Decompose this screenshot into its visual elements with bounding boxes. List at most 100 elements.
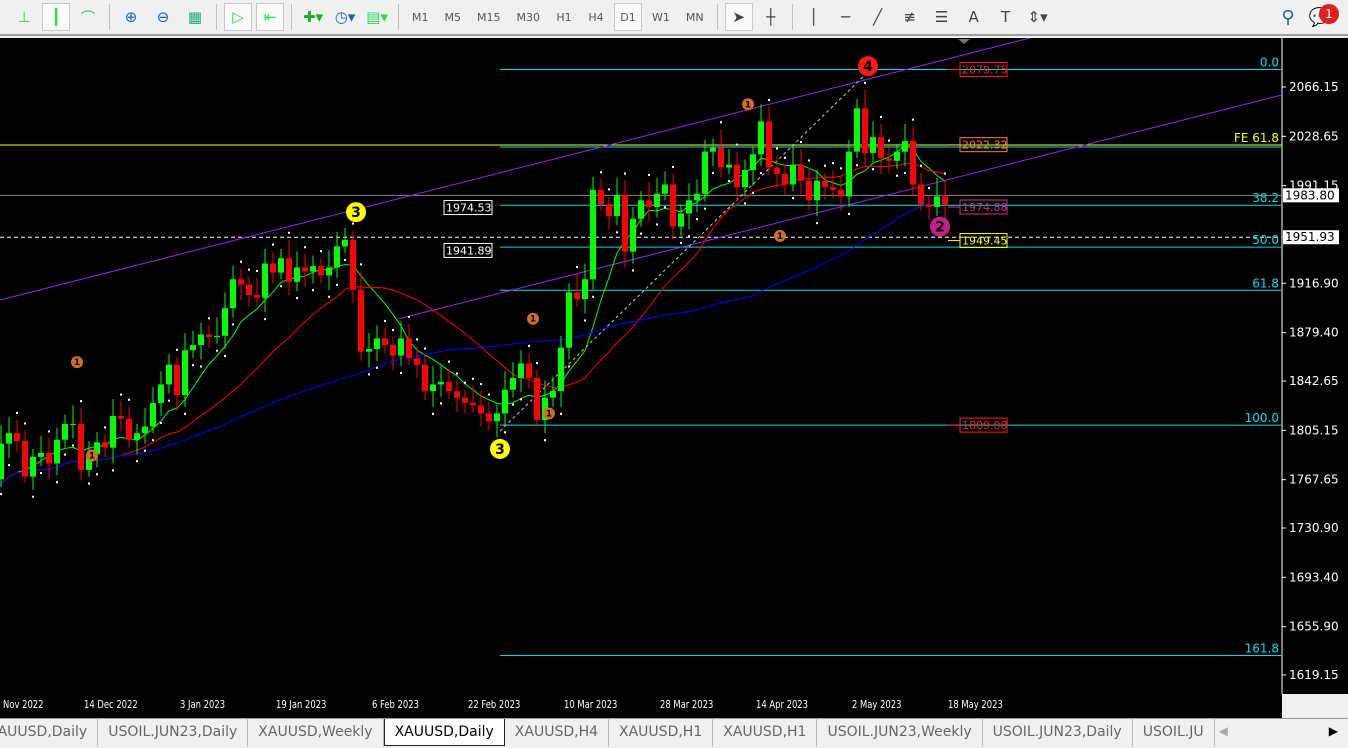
timeframe-h4[interactable]: H4 (582, 3, 610, 31)
chart-tab[interactable]: USOIL.JUN23,Daily (98, 719, 249, 746)
notification-badge: 1 (1319, 4, 1339, 24)
crosshair-tool[interactable]: ┼ (757, 3, 785, 31)
candle-body (638, 200, 644, 219)
parabolic-sar-dot (256, 269, 258, 272)
auto-scroll-button[interactable]: ▷ (224, 3, 252, 31)
parabolic-sar-dot (608, 188, 610, 191)
parabolic-sar-dot (896, 174, 898, 177)
fibonacci-levels-tool[interactable]: ☰ (928, 3, 956, 31)
candle-body (878, 137, 884, 159)
bar-chart-button[interactable]: ⊥ (10, 3, 38, 31)
horizontal-line-tool[interactable]: ─ (832, 3, 860, 31)
candle-body (254, 295, 260, 298)
candle (78, 400, 84, 481)
parabolic-sar-dot (264, 318, 266, 321)
chart-tab[interactable]: USOIL.JU (1133, 719, 1215, 746)
candle-body (78, 423, 84, 470)
candle-body (6, 433, 12, 444)
parabolic-sar-dot (152, 439, 154, 442)
candle (710, 138, 716, 175)
candle-body (118, 416, 124, 419)
parabolic-sar-dot (160, 422, 162, 425)
cursor-tool[interactable]: ➤ (724, 3, 753, 31)
candle (910, 118, 916, 196)
parabolic-sar-dot (456, 372, 458, 375)
vertical-line-tool[interactable]: │ (800, 3, 828, 31)
candle (166, 354, 172, 402)
candle (558, 335, 564, 415)
parabolic-sar-dot (8, 464, 10, 467)
tabs-scroll-left-button[interactable]: ◀ (1215, 719, 1232, 743)
price-label-text: 1809.08 (962, 419, 1008, 432)
fibonacci-expansion-icon: ≢ (903, 8, 916, 26)
candle (30, 448, 36, 498)
candle-body (190, 345, 196, 351)
templates-button[interactable]: ▤▾ (363, 3, 391, 31)
candle-body (870, 137, 876, 153)
parabolic-sar-dot (168, 399, 170, 402)
parabolic-sar-dot (488, 393, 490, 396)
candle (102, 426, 108, 457)
tabs-scroll-right-button[interactable]: ▶ (1319, 719, 1348, 743)
candle-body (702, 151, 708, 194)
timeframe-d1[interactable]: D1 (614, 3, 642, 31)
timeframe-mn[interactable]: MN (680, 3, 710, 31)
new-indicator-button[interactable]: ✚▾ (299, 3, 327, 31)
candle (326, 250, 332, 298)
candle (830, 162, 836, 198)
timeframe-m5[interactable]: M5 (439, 3, 468, 31)
chart-tab[interactable]: XAUUSD,Daily (383, 719, 505, 746)
candle (150, 387, 156, 442)
candle (590, 176, 596, 298)
chart-tab[interactable]: USOIL.JUN23,Weekly (817, 719, 983, 746)
candle (382, 319, 388, 353)
zoom-in-button[interactable]: ⊕ (117, 3, 145, 31)
chart-shift-button[interactable]: ⇤ (256, 3, 284, 31)
trendline-tool[interactable]: ╱ (864, 3, 892, 31)
fibonacci-expansion-label: FE 61.8 (1234, 131, 1279, 145)
arrows-tool[interactable]: ⇕▾ (1024, 3, 1052, 31)
timeframe-h1[interactable]: H1 (550, 3, 578, 31)
chart-tab[interactable]: XAUUSD,Daily (0, 719, 99, 746)
parabolic-sar-dot (128, 398, 130, 401)
candle-body (686, 200, 692, 214)
line-chart-button[interactable]: ⌒ (74, 3, 102, 31)
channel-lower-line (397, 94, 1283, 320)
timeframe-m1[interactable]: M1 (406, 3, 435, 31)
parabolic-sar-dot (600, 171, 602, 174)
candle-body (622, 195, 628, 252)
candle (294, 251, 300, 300)
zoom-out-button[interactable]: ⊖ (149, 3, 177, 31)
chart-tab[interactable]: XAUUSD,H1 (713, 719, 818, 746)
candle (862, 81, 868, 167)
chart-tab[interactable]: USOIL.JUN23,Daily (983, 719, 1133, 746)
candle (894, 143, 900, 177)
notifications-button[interactable]: 💬1 (1306, 3, 1339, 31)
search-icon: ⚲ (1281, 6, 1295, 28)
fibonacci-expansion-tool[interactable]: ≢ (896, 3, 924, 31)
candle (614, 177, 620, 234)
chart-tab[interactable]: XAUUSD,H4 (505, 719, 610, 746)
timeframe-m15[interactable]: M15 (471, 3, 507, 31)
periodicity-clock-button[interactable]: ◷▾ (331, 3, 359, 31)
parabolic-sar-dot (328, 295, 330, 298)
chart-canvas[interactable]: 2066.152028.651991.151916.901879.401842.… (0, 37, 1348, 694)
tile-windows-button[interactable]: ▦ (181, 3, 209, 31)
wave-label-text: 1 (530, 315, 536, 325)
chart-tab[interactable]: XAUUSD,Weekly (248, 719, 384, 746)
parabolic-sar-dot (0, 493, 2, 496)
chart-tab[interactable]: XAUUSD,H1 (609, 719, 714, 746)
price-chart[interactable]: 2066.15 2028.65 1991.15 1916.90 1879.40 1842.… (0, 37, 1348, 694)
timeframe-m30[interactable]: M30 (511, 3, 547, 31)
candlestick-chart-button[interactable]: ┃ (42, 3, 70, 31)
candle (790, 146, 796, 200)
candle-body (414, 358, 420, 365)
candle-body (22, 441, 28, 477)
parabolic-sar-dot (800, 141, 802, 144)
text-label-tool[interactable]: T (992, 3, 1020, 31)
search-button[interactable]: ⚲ (1274, 3, 1302, 31)
timeframe-w1[interactable]: W1 (646, 3, 676, 31)
channel-upper-line (0, 37, 1031, 301)
text-tool[interactable]: A (960, 3, 988, 31)
candle (686, 183, 692, 238)
